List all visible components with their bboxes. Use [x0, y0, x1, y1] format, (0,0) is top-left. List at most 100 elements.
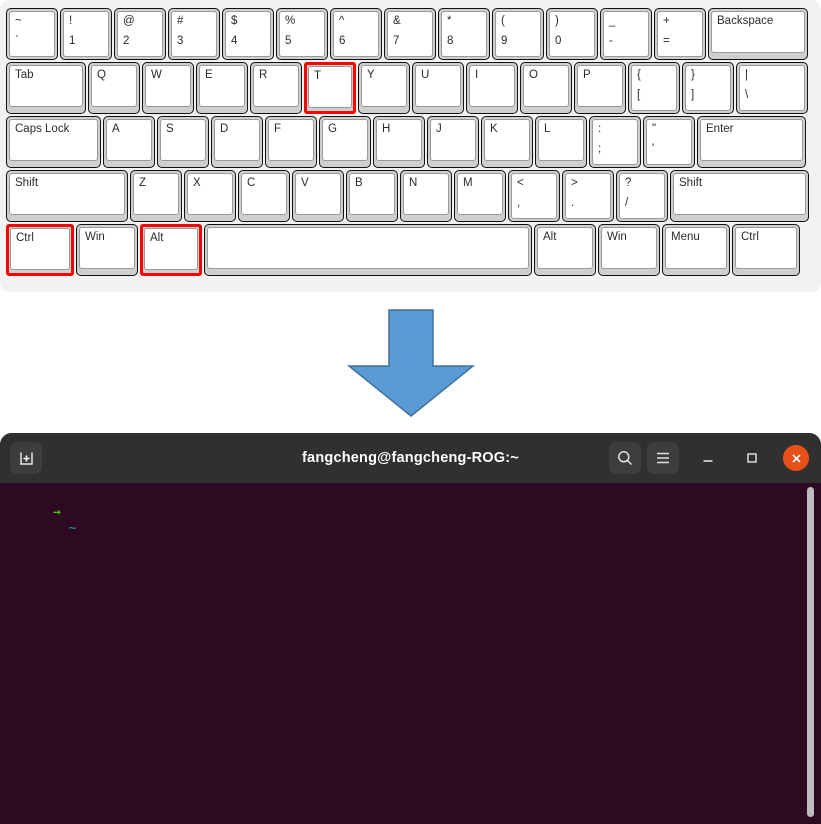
keycap: Win [79, 227, 135, 269]
key-k[interactable]: K [481, 116, 533, 168]
key-x[interactable]: X [184, 170, 236, 222]
key-label-base: 8 [447, 35, 454, 47]
keycap: V [295, 173, 341, 215]
key-label-shifted: & [393, 15, 401, 27]
search-button[interactable] [609, 442, 641, 474]
key-equal[interactable]: + = [654, 8, 706, 60]
key-backquote[interactable]: ~ ` [6, 8, 58, 60]
close-button[interactable] [783, 445, 809, 471]
key-label-base: 2 [123, 35, 130, 47]
keycap: Y [361, 65, 407, 107]
key-7[interactable]: & 7 [384, 8, 436, 60]
terminal-window: fangcheng@fangcheng-ROG:~ → ~ [0, 433, 821, 824]
key-ctrl-left[interactable]: Ctrl [6, 224, 74, 276]
key-t[interactable]: T [304, 62, 356, 114]
key-z[interactable]: Z [130, 170, 182, 222]
key-label-base: ` [15, 35, 19, 47]
key-f[interactable]: F [265, 116, 317, 168]
key-4[interactable]: $4 [222, 8, 274, 60]
key-win-left[interactable]: Win [76, 224, 138, 276]
key-label: R [259, 69, 268, 81]
key-g[interactable]: G [319, 116, 371, 168]
key-6[interactable]: ^ 6 [330, 8, 382, 60]
search-icon [618, 451, 633, 466]
key-w[interactable]: W [142, 62, 194, 114]
key-r[interactable]: R [250, 62, 302, 114]
key-slash[interactable]: ? / [616, 170, 668, 222]
keyboard-row-bottom-row: Ctrl Win Alt Alt Win Menu Ctrl [6, 224, 815, 276]
keycap: B [349, 173, 395, 215]
keycap: X [187, 173, 233, 215]
keycap: Q [91, 65, 137, 107]
key-tab[interactable]: Tab [6, 62, 86, 114]
key-m[interactable]: M [454, 170, 506, 222]
key-capslock[interactable]: Caps Lock [6, 116, 101, 168]
key-9[interactable]: (9 [492, 8, 544, 60]
key-label: D [220, 123, 229, 135]
terminal-body[interactable]: → ~ [0, 483, 821, 824]
maximize-button[interactable] [737, 443, 767, 473]
key-ctrl-right[interactable]: Ctrl [732, 224, 800, 276]
key-enter[interactable]: Enter [697, 116, 806, 168]
key-alt-left[interactable]: Alt [140, 224, 202, 276]
key-label: H [382, 123, 391, 135]
keycap: ~ ` [9, 11, 55, 57]
key-label: O [529, 69, 538, 81]
keycap: L [538, 119, 584, 161]
key-comma[interactable]: <, [508, 170, 560, 222]
key-semicolon[interactable]: :; [589, 116, 641, 168]
key-e[interactable]: E [196, 62, 248, 114]
terminal-scrollbar[interactable] [807, 487, 814, 817]
key-a[interactable]: A [103, 116, 155, 168]
key-d[interactable]: D [211, 116, 263, 168]
menu-button[interactable] [647, 442, 679, 474]
key-j[interactable]: J [427, 116, 479, 168]
key-label: A [112, 123, 120, 135]
key-5[interactable]: % 5 [276, 8, 328, 60]
key-s[interactable]: S [157, 116, 209, 168]
key-label: Enter [706, 123, 734, 135]
new-tab-button[interactable] [10, 442, 42, 474]
key-backspace[interactable]: Backspace [708, 8, 808, 60]
key-shift-left[interactable]: Shift [6, 170, 128, 222]
key-l[interactable]: L [535, 116, 587, 168]
key-alt-right[interactable]: Alt [534, 224, 596, 276]
key-label: Alt [543, 231, 557, 243]
key-label-base: \ [745, 89, 749, 101]
key-c[interactable]: C [238, 170, 290, 222]
key-n[interactable]: N [400, 170, 452, 222]
key-q[interactable]: Q [88, 62, 140, 114]
keycap: Enter [700, 119, 803, 161]
key-v[interactable]: V [292, 170, 344, 222]
key-bracketright[interactable]: }] [682, 62, 734, 114]
key-label-base: = [663, 35, 670, 47]
key-0[interactable]: ) 0 [546, 8, 598, 60]
key-backslash[interactable]: | \ [736, 62, 808, 114]
key-o[interactable]: O [520, 62, 572, 114]
key-period[interactable]: >. [562, 170, 614, 222]
key-win-right[interactable]: Win [598, 224, 660, 276]
key-h[interactable]: H [373, 116, 425, 168]
key-u[interactable]: U [412, 62, 464, 114]
keycap: _ - [603, 11, 649, 57]
key-i[interactable]: I [466, 62, 518, 114]
key-1[interactable]: ! 1 [60, 8, 112, 60]
key-bracketleft[interactable]: {[ [628, 62, 680, 114]
key-space[interactable] [204, 224, 532, 276]
key-3[interactable]: #3 [168, 8, 220, 60]
key-label: I [475, 69, 479, 81]
keycap: <, [511, 173, 557, 219]
key-minus[interactable]: _ - [600, 8, 652, 60]
key-2[interactable]: @2 [114, 8, 166, 60]
key-quote[interactable]: " ' [643, 116, 695, 168]
key-p[interactable]: P [574, 62, 626, 114]
minimize-button[interactable] [693, 443, 723, 473]
key-label-base: - [609, 35, 613, 47]
key-b[interactable]: B [346, 170, 398, 222]
key-menu[interactable]: Menu [662, 224, 730, 276]
keycap: Shift [673, 173, 806, 215]
key-8[interactable]: * 8 [438, 8, 490, 60]
key-shift-right[interactable]: Shift [670, 170, 809, 222]
key-y[interactable]: Y [358, 62, 410, 114]
keycap: :; [592, 119, 638, 165]
